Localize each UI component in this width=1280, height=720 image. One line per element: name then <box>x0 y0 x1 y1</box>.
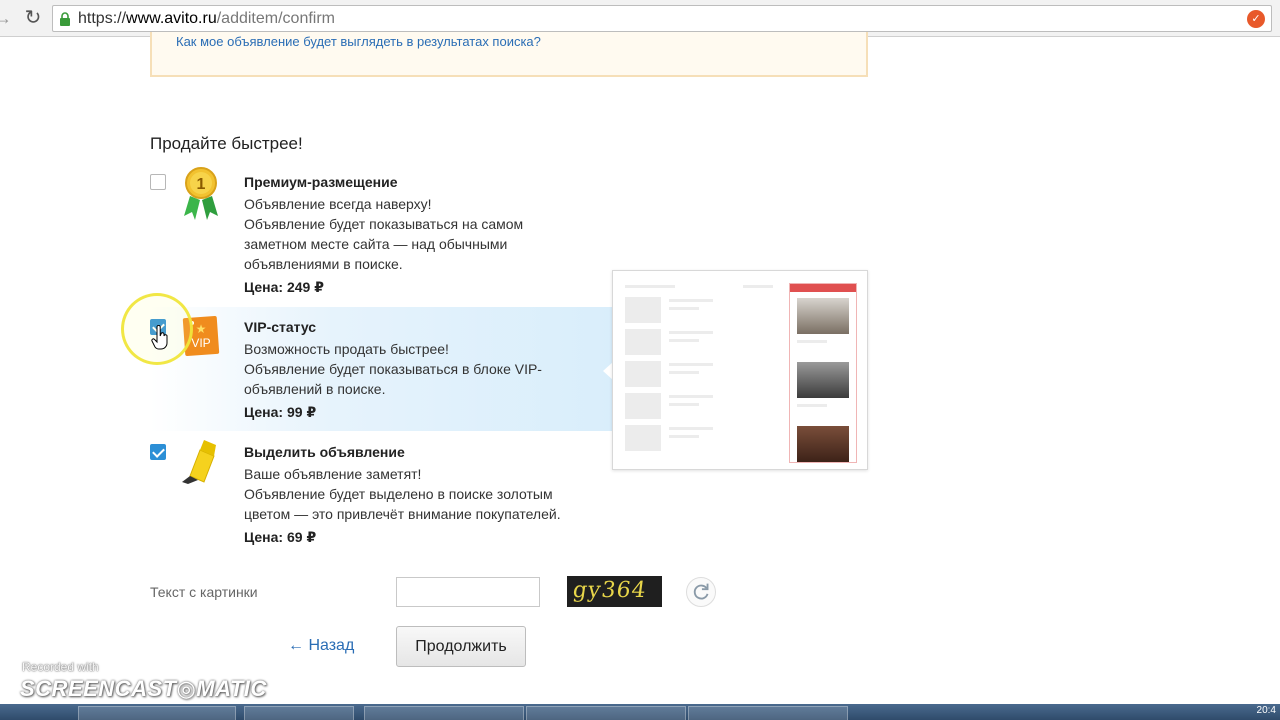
taskbar-button[interactable] <box>364 706 524 720</box>
back-link[interactable]: ← Назад <box>288 637 354 655</box>
watermark-screencast-o-matic: SCREENCAST◎MATIC <box>20 676 267 701</box>
premium-title: Премиум-размещение <box>244 174 398 190</box>
reload-icon[interactable]: ↻ <box>22 7 44 29</box>
premium-line: заметном месте сайта — над обычными <box>244 236 508 252</box>
url-host: www.avito.ru <box>126 10 217 27</box>
vip-line: Возможность продать быстрее! <box>244 341 449 357</box>
premium-checkbox[interactable] <box>150 174 166 190</box>
preview-line <box>669 331 713 334</box>
lock-icon <box>60 12 70 26</box>
option-vip: ★ VIP VIP-статус Возможность продать быс… <box>150 315 610 420</box>
hand-cursor-icon <box>151 325 168 350</box>
preview-line <box>669 403 699 406</box>
taskbar-button[interactable] <box>244 706 354 720</box>
vip-preview-panel <box>612 270 868 470</box>
watermark-recorded-with: Recorded with <box>22 660 99 674</box>
preview-vip-block <box>789 283 857 463</box>
preview-vip-header <box>790 284 856 292</box>
section-title: Продайте быстрее! <box>150 134 303 153</box>
highlight-title: Выделить объявление <box>244 444 405 460</box>
premium-price: Цена: 249 ₽ <box>244 279 324 295</box>
vip-price: Цена: 99 ₽ <box>244 404 317 420</box>
option-highlight: Выделить объявление Ваше объявление заме… <box>150 440 610 545</box>
vip-description: Возможность продать быстрее! Объявление … <box>244 339 584 399</box>
address-bar[interactable]: https://www.avito.ru/additem/confirm ✓ <box>52 5 1272 32</box>
premium-description: Объявление всегда наверху! Объявление бу… <box>244 194 584 274</box>
preview-thumb <box>625 425 661 451</box>
preview-line <box>625 285 675 288</box>
url-text: https://www.avito.ru/additem/confirm <box>78 10 335 28</box>
continue-button[interactable]: Продолжить <box>396 626 526 667</box>
vip-star: ★ <box>196 322 207 336</box>
preview-line <box>669 299 713 302</box>
preview-line <box>669 339 699 342</box>
preview-line <box>743 285 773 288</box>
captcha-image: gy364 <box>567 576 662 607</box>
preview-thumb <box>625 297 661 323</box>
highlight-price: Цена: 69 ₽ <box>244 529 317 545</box>
vip-line: объявлений в поиске. <box>244 381 386 397</box>
search-preview-link[interactable]: Как мое объявление будет выглядеть в рез… <box>176 34 541 49</box>
captcha-refresh-icon[interactable] <box>686 577 716 607</box>
option-premium: 1 Премиум-размещение Объявление всегда н… <box>150 167 610 299</box>
captcha-image-text: gy364 <box>571 578 649 603</box>
premium-line: Объявление будет показываться на самом <box>244 216 524 232</box>
medal-number: 1 <box>197 176 206 193</box>
url-path: /additem/confirm <box>216 10 335 27</box>
taskbar-button[interactable] <box>688 706 848 720</box>
taskbar-button[interactable] <box>78 706 236 720</box>
taskbar-clock: 20:4 <box>1256 705 1276 716</box>
highlight-description: Ваше объявление заметят! Объявление буде… <box>244 464 584 524</box>
preview-line <box>797 340 827 343</box>
back-arrow-icon[interactable]: → <box>0 8 12 28</box>
preview-line <box>669 427 713 430</box>
preview-line <box>669 435 699 438</box>
highlighter-marker-icon <box>182 440 216 484</box>
premium-line: объявлениями в поиске. <box>244 256 403 272</box>
url-scheme: https:// <box>78 10 127 27</box>
preview-line <box>797 404 827 407</box>
preview-line <box>669 307 699 310</box>
highlight-line: цветом — это привлечёт внимание покупате… <box>244 506 561 522</box>
preview-vip-image <box>797 426 849 462</box>
preview-thumb <box>625 329 661 355</box>
captcha-input[interactable] <box>396 577 540 607</box>
preview-notice: Как мое объявление будет выглядеть в рез… <box>150 32 868 77</box>
vip-title: VIP-статус <box>244 319 317 335</box>
preview-vip-image <box>797 298 849 334</box>
premium-line: Объявление всегда наверху! <box>244 196 432 212</box>
vip-line: Объявление будет показываться в блоке VI… <box>244 361 542 377</box>
captcha-label: Текст с картинки <box>150 584 258 600</box>
preview-line <box>669 371 699 374</box>
taskbar-button[interactable] <box>526 706 686 720</box>
extension-icon[interactable]: ✓ <box>1247 10 1265 28</box>
highlight-line: Объявление будет выделено в поиске золот… <box>244 486 553 502</box>
windows-taskbar: 20:4 <box>0 704 1280 720</box>
highlight-checkbox[interactable] <box>150 444 166 460</box>
preview-vip-image <box>797 362 849 398</box>
highlight-line: Ваше объявление заметят! <box>244 466 422 482</box>
vip-tag-text: VIP <box>191 336 210 350</box>
preview-line <box>669 363 713 366</box>
preview-thumb <box>625 393 661 419</box>
preview-line <box>669 395 713 398</box>
gold-medal-icon: 1 <box>184 167 218 220</box>
preview-thumb <box>625 361 661 387</box>
